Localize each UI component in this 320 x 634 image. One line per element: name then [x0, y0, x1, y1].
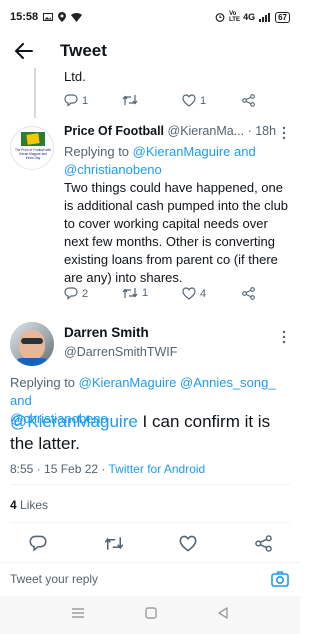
reply-icon	[64, 287, 78, 300]
pof-time: · 18h	[247, 124, 277, 138]
menu-nav-button[interactable]	[71, 606, 85, 624]
share-icon	[242, 287, 255, 300]
avatar-face	[19, 330, 45, 360]
pof-display-name[interactable]: Price Of Football	[64, 124, 164, 138]
camera-button[interactable]	[270, 569, 290, 589]
like-button[interactable]	[179, 535, 197, 552]
back-arrow-icon	[15, 43, 33, 59]
pof-avatar-text: The Price of Football with Kieran Maguir…	[15, 148, 51, 160]
heart-icon	[179, 535, 197, 552]
tweet-text-part2: the latter.	[10, 434, 80, 453]
camera-icon	[271, 571, 289, 587]
darren-display-name[interactable]: Darren Smith	[64, 325, 149, 340]
retweet-count: 1	[142, 287, 149, 299]
pof-logo-yellow	[26, 133, 40, 145]
retweet-button[interactable]	[104, 536, 124, 551]
tweet-client-link[interactable]: Twitter for Android	[109, 462, 206, 476]
share-button[interactable]	[255, 535, 272, 552]
more-options-icon[interactable]	[282, 126, 288, 140]
like-button[interactable]: 1	[182, 94, 206, 107]
prev-tweet-actions: 1 1	[0, 92, 300, 110]
divider	[10, 522, 290, 523]
main-tweet-actions	[0, 534, 300, 556]
reply-count: 2	[82, 287, 89, 300]
darren-handle[interactable]: @DarrenSmithTWIF	[64, 345, 177, 359]
reply-icon	[64, 94, 78, 107]
avatar-glasses	[21, 338, 43, 344]
tweet-timestamp: 8:55 · 15 Feb 22 ·	[10, 462, 109, 476]
pof-tweet-actions: 2 1 4	[0, 285, 300, 303]
like-count: 4	[200, 287, 207, 300]
header: Tweet	[0, 34, 300, 68]
location-icon	[58, 12, 67, 22]
retweet-icon	[122, 288, 138, 298]
photo-icon	[43, 13, 54, 21]
android-nav-bar	[0, 596, 300, 634]
retweet-icon	[122, 95, 138, 105]
pof-tweet-text: Two things could have happened, one is a…	[64, 180, 289, 285]
main-tweet-text: @KieranMaguire I can confirm it is the l…	[10, 411, 295, 455]
home-nav-button[interactable]	[145, 606, 157, 624]
reply-button[interactable]	[29, 535, 47, 552]
status-time: 15:58	[10, 11, 39, 23]
status-bar: 15:58 Vo LTE 4G 67	[0, 0, 300, 34]
more-options-icon[interactable]	[282, 330, 288, 344]
tweet-text-part1: I can confirm it is	[137, 412, 271, 431]
replying-prefix: Replying to	[10, 375, 79, 390]
reply-composer[interactable]: Tweet your reply	[0, 562, 300, 594]
darren-avatar[interactable]	[10, 322, 54, 366]
mention-link[interactable]: @KieranMaguire	[10, 412, 138, 431]
back-nav-button[interactable]	[217, 606, 229, 624]
tweet-timestamp-row: 8:55 · 15 Feb 22 · Twitter for Android	[10, 462, 205, 476]
reply-button[interactable]: 1	[64, 94, 88, 107]
share-button[interactable]	[242, 94, 255, 107]
back-triangle-icon	[218, 607, 228, 619]
reply-count: 1	[82, 94, 89, 107]
pof-handle[interactable]: @KieranMa...	[168, 124, 245, 138]
likes-label: Likes	[20, 498, 49, 512]
like-count: 1	[200, 94, 207, 107]
share-button[interactable]	[242, 287, 255, 300]
alarm-icon	[215, 13, 225, 22]
retweet-icon	[104, 537, 124, 550]
signal-bars-icon	[259, 12, 271, 22]
heart-icon	[182, 287, 196, 300]
reply-input-placeholder[interactable]: Tweet your reply	[10, 572, 98, 586]
share-icon	[242, 94, 255, 107]
prev-tweet-text: Ltd.	[64, 69, 86, 84]
divider	[10, 484, 290, 485]
signal-label: 4G	[243, 12, 256, 22]
network-label: Vo LTE	[229, 11, 240, 23]
share-icon	[255, 535, 272, 552]
reply-icon	[29, 535, 47, 552]
avatar-shirt	[14, 358, 50, 366]
pof-tweet-header: Price Of Football @KieranMa... · 18h	[64, 124, 296, 142]
replying-prefix: Replying to	[64, 144, 133, 159]
battery-indicator: 67	[275, 11, 290, 23]
pof-avatar[interactable]: The Price of Football with Kieran Maguir…	[10, 126, 54, 170]
back-button[interactable]	[2, 34, 46, 68]
page-title: Tweet	[60, 41, 107, 60]
home-square-icon	[145, 607, 157, 619]
likes-count: 4	[10, 498, 17, 512]
reply-button[interactable]: 2	[64, 287, 88, 300]
pof-replying-to: Replying to @KieranMaguire and @christia…	[64, 143, 264, 179]
likes-row[interactable]: 4 Likes	[10, 498, 48, 512]
retweet-button[interactable]: 1	[122, 287, 148, 299]
wifi-icon	[71, 12, 83, 22]
menu-icon	[72, 608, 84, 618]
like-button[interactable]: 4	[182, 287, 206, 300]
retweet-button[interactable]	[122, 94, 138, 106]
heart-icon	[182, 94, 196, 107]
